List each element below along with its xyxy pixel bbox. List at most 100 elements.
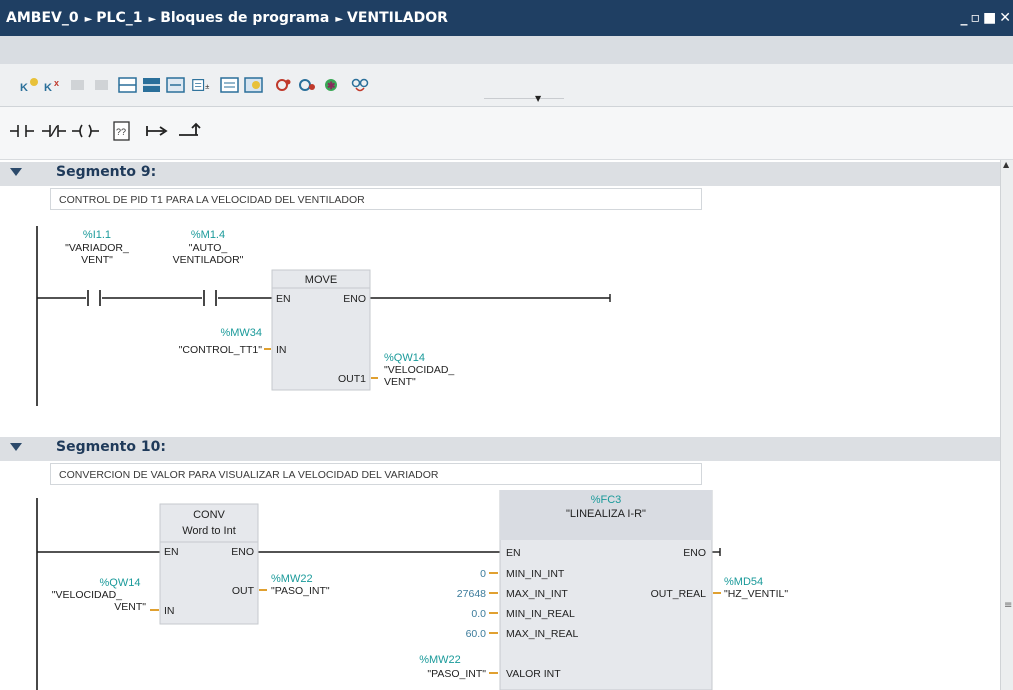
move-out-operand[interactable]: VENT": [384, 376, 416, 388]
segment-9-network: %I1.1 "VARIADOR_ VENT" %M1.4 "AUTO_ VENT…: [36, 226, 611, 406]
fc3-pin-min-in-int: MIN_IN_INT: [506, 568, 565, 580]
network-delete-icon[interactable]: Kx: [44, 76, 64, 94]
contact1-tag: "VARIADOR_: [65, 242, 129, 254]
move-out-pin: OUT1: [338, 373, 366, 385]
call-icon[interactable]: ✱: [322, 76, 342, 94]
glasses-icon[interactable]: [350, 76, 370, 94]
move-out-operand[interactable]: "VELOCIDAD_: [384, 364, 454, 376]
segment-10-header[interactable]: Segmento 10:: [0, 437, 1000, 461]
contact-auto-ventilador[interactable]: [203, 290, 217, 306]
fc3-value-max-in-real[interactable]: 60.0: [466, 628, 487, 640]
breadcrumb-block[interactable]: VENTILADOR: [347, 10, 448, 26]
conv-out-operand[interactable]: "PASO_INT": [271, 585, 330, 597]
move-block-title: MOVE: [305, 274, 337, 286]
move-out-address: %QW14: [384, 352, 425, 364]
collapse-triangle-icon[interactable]: [10, 443, 22, 451]
breadcrumb-separator-icon: ►: [335, 14, 344, 25]
svg-text:??: ??: [116, 127, 126, 137]
segment-title: Segmento 9:: [56, 164, 157, 180]
coil-icon[interactable]: [70, 119, 102, 143]
contact2-tag: VENTILADOR": [173, 254, 244, 266]
toggle-comments-icon[interactable]: [166, 76, 186, 94]
segment-10-network: CONV Word to Int EN ENO IN OUT %QW14 "VE…: [36, 490, 788, 690]
move-in-operand[interactable]: "CONTROL_TT1": [179, 344, 263, 356]
collapse-all-icon[interactable]: [142, 76, 162, 94]
fc3-pin-out-real: OUT_REAL: [651, 588, 707, 600]
window-controls: _ ▫ ■ ✕: [958, 0, 1011, 36]
grid-icon[interactable]: [244, 76, 264, 94]
open-branch-icon[interactable]: [144, 119, 172, 143]
breadcrumb-separator-icon: ►: [148, 14, 157, 25]
conv-block-title: CONV: [193, 509, 225, 521]
breadcrumb-project[interactable]: AMBEV_0: [6, 10, 79, 26]
vertical-scrollbar[interactable]: ▲ ≡: [1000, 160, 1013, 690]
fc3-name: "LINEALIZA I-R": [566, 508, 646, 520]
fc3-pin-valor-int: VALOR INT: [506, 668, 561, 680]
tab-strip: [0, 36, 1013, 64]
svg-text:K: K: [44, 82, 52, 94]
conv-in-address: %QW14: [100, 577, 141, 589]
conv-in-operand[interactable]: VENT": [114, 601, 146, 613]
fc3-valor-operand[interactable]: "PASO_INT": [427, 668, 486, 680]
svg-text:±: ±: [205, 82, 209, 91]
conv-in-operand[interactable]: "VELOCIDAD_: [52, 589, 122, 601]
svg-text:✱: ✱: [327, 81, 336, 92]
restore-button[interactable]: ▫: [971, 10, 981, 26]
program-editor[interactable]: Segmento 9: CONTROL DE PID T1 PARA LA VE…: [0, 160, 1000, 690]
segment-comment[interactable]: CONVERCION DE VALOR PARA VISUALIZAR LA V…: [50, 463, 702, 485]
monitor-icon[interactable]: [274, 76, 294, 94]
conv-out-address: %MW22: [271, 573, 313, 585]
empty-box-icon[interactable]: ??: [110, 119, 134, 143]
contact-variador-vent[interactable]: [87, 290, 101, 306]
scroll-up-icon[interactable]: ▲: [1003, 160, 1009, 169]
minimize-button[interactable]: _: [961, 10, 968, 26]
ladder-palette: ??: [0, 107, 1013, 160]
title-bar: AMBEV_0 ► PLC_1 ► Bloques de programa ► VENTIL…: [0, 0, 1013, 36]
fc3-pin-min-in-real: MIN_IN_REAL: [506, 608, 575, 620]
conv-eno-pin: ENO: [231, 546, 254, 558]
conv-block-type: Word to Int: [182, 525, 236, 537]
contact2-address: %M1.4: [191, 229, 225, 241]
editor-toolbar: K Kx ± ✱ ▼: [0, 64, 1013, 107]
normally-open-contact-icon[interactable]: [8, 119, 38, 143]
abs-operands-icon[interactable]: ±: [192, 76, 212, 94]
disabled-icon: [71, 80, 84, 90]
fc3-out-address: %MD54: [724, 576, 763, 588]
fc3-value-min-in-int[interactable]: 0: [480, 568, 486, 580]
expand-all-icon[interactable]: [118, 76, 138, 94]
move-en-pin: EN: [276, 293, 291, 305]
normally-closed-contact-icon[interactable]: [40, 119, 70, 143]
move-in-address: %MW34: [220, 327, 262, 339]
breadcrumb-separator-icon: ►: [84, 14, 93, 25]
breadcrumb-plc[interactable]: PLC_1: [96, 10, 142, 26]
maximize-button[interactable]: ■: [983, 10, 996, 26]
fc3-value-min-in-real[interactable]: 0.0: [471, 608, 486, 620]
move-eno-pin: ENO: [343, 293, 366, 305]
fc3-pin-max-in-int: MAX_IN_INT: [506, 588, 568, 600]
close-button[interactable]: ✕: [999, 10, 1011, 26]
svg-text:x: x: [54, 78, 59, 88]
favorites-icon[interactable]: [220, 76, 240, 94]
network-insert-icon[interactable]: K: [20, 76, 40, 94]
fc3-eno-pin: ENO: [683, 547, 706, 559]
fc3-out-operand[interactable]: "HZ_VENTIL": [724, 588, 788, 600]
close-branch-icon[interactable]: [176, 119, 204, 143]
segment-comment[interactable]: CONTROL DE PID T1 PARA LA VELOCIDAD DEL …: [50, 188, 702, 210]
contact1-tag: VENT": [81, 254, 113, 266]
toolbar-overflow-icon[interactable]: ▼: [535, 94, 541, 103]
fc3-address: %FC3: [591, 494, 622, 506]
fc3-en-pin: EN: [506, 547, 521, 559]
svg-text:K: K: [20, 82, 28, 94]
breadcrumb: AMBEV_0 ► PLC_1 ► Bloques de programa ► VENTIL…: [6, 0, 452, 36]
scroll-grip-icon[interactable]: ≡: [1004, 600, 1012, 611]
fc3-value-max-in-int[interactable]: 27648: [457, 588, 486, 600]
fc3-pin-max-in-real: MAX_IN_REAL: [506, 628, 579, 640]
breadcrumb-blocks[interactable]: Bloques de programa: [160, 10, 329, 26]
fc3-valor-address: %MW22: [419, 654, 461, 666]
contact2-tag: "AUTO_: [189, 242, 228, 254]
segment-9-header[interactable]: Segmento 9:: [0, 162, 1000, 186]
breakpoint-icon[interactable]: [298, 76, 318, 94]
conv-block[interactable]: [159, 503, 259, 625]
disabled-icon: [95, 80, 108, 90]
collapse-triangle-icon[interactable]: [10, 168, 22, 176]
